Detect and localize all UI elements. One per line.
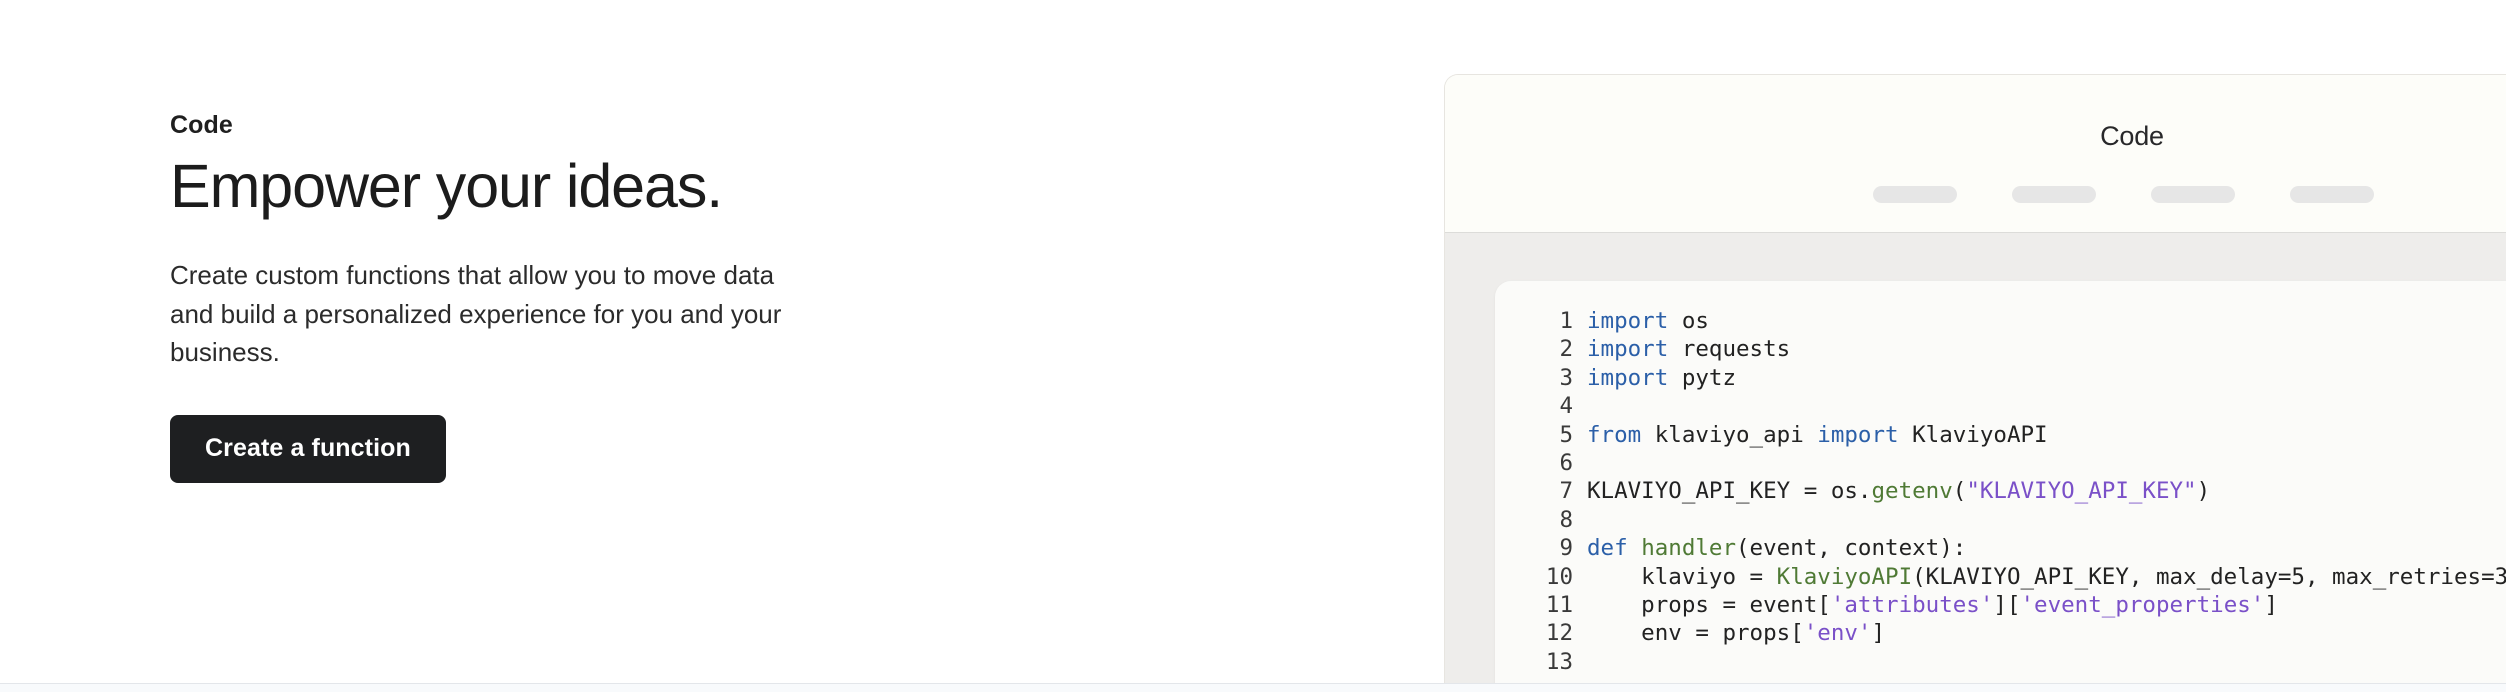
skeleton-pill [2290, 186, 2374, 203]
code-token-pl: ][ [1993, 591, 2021, 618]
code-token-pl: klaviyo_api [1641, 421, 1818, 448]
code-line-number: 8 [1559, 506, 1573, 533]
code-line-text: KLAVIYO_API_KEY = os.getenv("KLAVIYO_API… [1587, 477, 2210, 505]
code-token-kw: from [1587, 421, 1642, 448]
code-token-pl: ] [1871, 620, 1886, 647]
code-line-text: from klaviyo_api import KlaviyoAPI [1587, 421, 2048, 449]
code-line: 6 [1533, 449, 2506, 477]
code-line-text: def handler(event, context): [1587, 534, 1966, 562]
code-token-kw: import [1587, 336, 1669, 363]
code-editor-card[interactable]: 1 import os 2 import requests 3 import pytz 4 5… [1495, 281, 2506, 692]
code-line-number: 11 [1545, 591, 1573, 618]
code-token-pl: ( [1952, 478, 1967, 505]
code-line: 12 env = props['env'] [1533, 619, 2506, 647]
page-bottom-strip [0, 684, 2506, 692]
code-line: 1 import os [1533, 307, 2506, 335]
preview-title: Code [2100, 121, 2164, 151]
code-line: 10 klaviyo = KlaviyoAPI(KLAVIYO_API_KEY,… [1533, 563, 2506, 591]
code-token-pl: KlaviyoAPI [1898, 421, 2048, 448]
create-a-function-button[interactable]: Create a function [170, 414, 446, 484]
code-line-text: import os [1587, 307, 1709, 335]
code-token-kw: import [1817, 421, 1899, 448]
code-line: 13 [1533, 648, 2506, 676]
code-token-str: 'event_properties' [2020, 591, 2265, 618]
code-token-pl: requests [1668, 336, 1791, 363]
code-line-text: import requests [1587, 335, 1790, 363]
hero-section: Code Empower your ideas. Create custom f… [170, 110, 830, 484]
hero-eyebrow-label: Code [170, 111, 233, 139]
code-line: 11 props = event['attributes']['event_pr… [1533, 591, 2506, 619]
code-line: 9 def handler(event, context): [1533, 534, 2506, 562]
code-line-text: env = props['env'] [1587, 619, 1885, 647]
code-line: 7 KLAVIYO_API_KEY = os.getenv("KLAVIYO_AP… [1533, 477, 2506, 505]
code-line-number: 6 [1559, 449, 1573, 476]
code-token-pl: pytz [1668, 364, 1737, 391]
skeleton-pill [2151, 186, 2235, 203]
code-token-pl: props = event[ [1587, 591, 1831, 618]
code-token-str: 'env' [1803, 620, 1872, 647]
code-token-kw: import [1587, 308, 1669, 334]
page-title: Empower your ideas. [170, 152, 723, 220]
code-token-pl: klaviyo = [1587, 563, 1777, 590]
code-line-number: 3 [1559, 364, 1573, 391]
code-line-number: 5 [1559, 421, 1573, 448]
skeleton-pill [1873, 186, 1957, 203]
code-line-number: 1 [1559, 308, 1573, 334]
code-token-str: "KLAVIYO_API_KEY" [1966, 478, 2197, 505]
code-line: 5 from klaviyo_api import KlaviyoAPI [1533, 421, 2506, 449]
code-token-fn: KlaviyoAPI [1776, 563, 1913, 590]
code-line: 3 import pytz [1533, 364, 2506, 392]
code-line-number: 12 [1545, 620, 1573, 647]
page-root: Code Empower your ideas. Create custom f… [0, 0, 2506, 692]
code-token-fn: getenv [1871, 478, 1953, 505]
code-line-number: 13 [1545, 648, 1573, 675]
code-line-text: klaviyo = KlaviyoAPI(KLAVIYO_API_KEY, ma… [1587, 563, 2506, 591]
code-line-number: 7 [1559, 478, 1573, 505]
code-token-pl: (event, context): [1736, 535, 1967, 562]
code-line: 8 [1533, 506, 2506, 534]
code-line-number: 2 [1559, 336, 1573, 363]
code-line: 2 import requests [1533, 335, 2506, 363]
preview-body: 1 import os 2 import requests 3 import pytz 4 5… [1445, 233, 2506, 692]
preview-topbar: Code [1445, 75, 2506, 233]
code-token-pl: ) [2196, 478, 2211, 505]
code-token-str: 'attributes' [1830, 591, 1994, 618]
code-line-number: 10 [1545, 563, 1573, 590]
code-token-kw: def [1587, 535, 1628, 562]
skeleton-pill [2012, 186, 2096, 203]
code-token-pl: env = props[ [1587, 620, 1804, 647]
code-token-kw: import [1587, 364, 1669, 391]
code-line-number: 4 [1559, 393, 1573, 420]
code-token-pl: ] [2264, 591, 2278, 618]
code-line-number: 9 [1559, 535, 1573, 562]
code-line: 4 [1533, 392, 2506, 420]
code-token-pl: os [1668, 308, 1709, 334]
code-preview-panel: Code 1 import os 2 import requests 3 import p… [1444, 74, 2506, 692]
code-line-text: props = event['attributes']['event_prope… [1587, 591, 2278, 619]
code-token-pl: KLAVIYO_API_KEY = os. [1587, 478, 1872, 505]
code-editor-content[interactable]: 1 import os 2 import requests 3 import pytz 4 5… [1533, 307, 2506, 676]
hero-description: Create custom functions that allow you t… [170, 260, 782, 367]
code-token-fn: handler [1641, 535, 1737, 562]
code-line-text: import pytz [1587, 364, 1736, 392]
skeleton-placeholder-row [1873, 186, 2374, 203]
code-token-pl: (KLAVIYO_API_KEY, max_delay=5, max_retri… [1912, 563, 2506, 590]
